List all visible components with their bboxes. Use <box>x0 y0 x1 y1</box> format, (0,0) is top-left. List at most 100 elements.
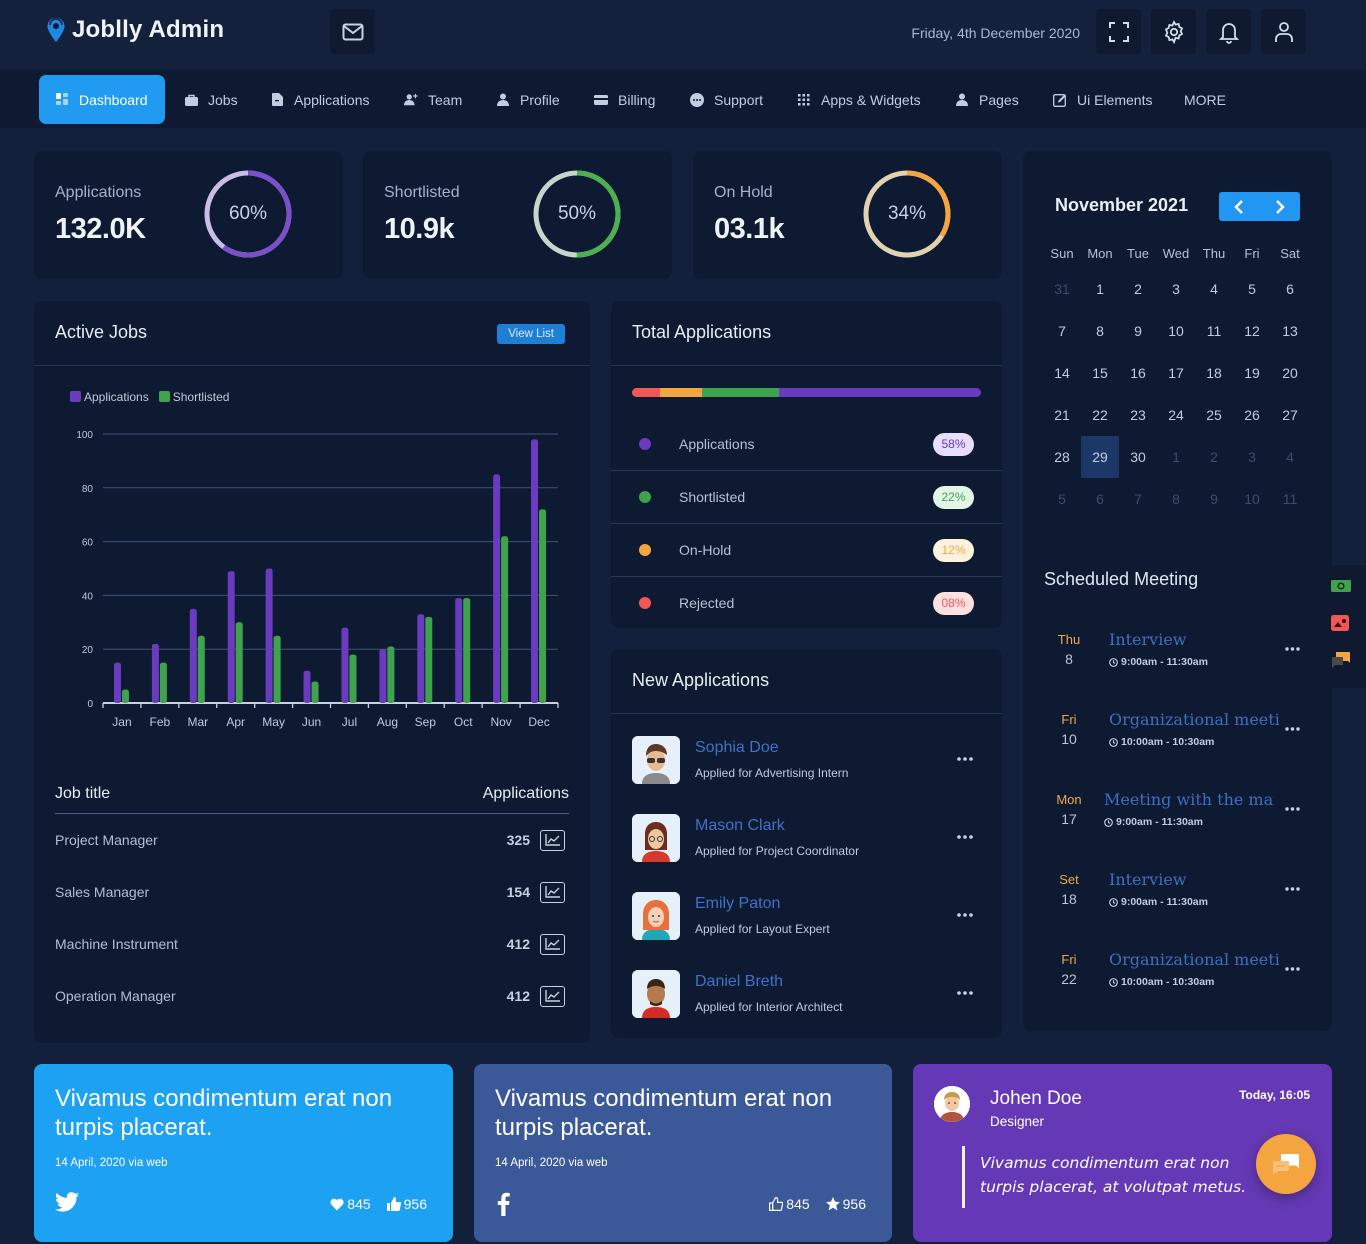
calendar-day[interactable]: 3 <box>1233 436 1271 478</box>
meeting-options-button[interactable] <box>1285 638 1300 655</box>
calendar-day[interactable]: 5 <box>1043 478 1081 520</box>
bar-shortlisted-jan[interactable] <box>121 689 129 703</box>
calendar-day[interactable]: 9 <box>1119 310 1157 352</box>
bar-shortlisted-sep[interactable] <box>425 616 433 703</box>
nav-jobs[interactable]: Jobs <box>170 75 252 124</box>
bar-shortlisted-apr[interactable] <box>235 622 243 703</box>
meeting-options-button[interactable] <box>1285 958 1300 975</box>
calendar-day[interactable]: 26 <box>1233 394 1271 436</box>
bar-applications-jun[interactable] <box>303 670 311 703</box>
more-options-button[interactable] <box>957 750 973 761</box>
meeting-title-link[interactable]: Interview <box>1109 630 1279 649</box>
calendar-day[interactable]: 1 <box>1157 436 1195 478</box>
next-month-button[interactable] <box>1260 192 1301 221</box>
calendar-day[interactable]: 24 <box>1157 394 1195 436</box>
bar-applications-oct[interactable] <box>455 598 463 703</box>
logo[interactable]: Joblly Admin <box>46 16 224 44</box>
more-options-button[interactable] <box>957 828 973 839</box>
nav-more[interactable]: MORE <box>1170 75 1240 124</box>
trend-chart-button[interactable] <box>540 829 565 851</box>
view-list-button[interactable]: View List <box>497 324 565 344</box>
nav-apps-widgets[interactable]: Apps & Widgets <box>783 75 935 124</box>
camera-tool-button[interactable] <box>1331 579 1351 595</box>
fullscreen-button[interactable] <box>1096 9 1141 54</box>
user-profile-button[interactable] <box>1261 9 1306 54</box>
settings-button[interactable] <box>1151 9 1196 54</box>
trend-chart-button[interactable] <box>540 881 565 903</box>
calendar-day[interactable]: 30 <box>1119 436 1157 478</box>
bar-shortlisted-mar[interactable] <box>197 635 205 703</box>
calendar-day[interactable]: 3 <box>1157 268 1195 310</box>
applicant-name-link[interactable]: Daniel Breth <box>695 973 783 991</box>
mail-button[interactable] <box>330 9 375 54</box>
calendar-day-selected[interactable]: 29 <box>1081 436 1119 478</box>
calendar-day[interactable]: 11 <box>1271 478 1309 520</box>
calendar-day[interactable]: 10 <box>1233 478 1271 520</box>
star-stat[interactable]: 956 <box>825 1196 866 1212</box>
calendar-day[interactable]: 13 <box>1271 310 1309 352</box>
nav-billing[interactable]: Billing <box>580 75 669 124</box>
calendar-day[interactable]: 25 <box>1195 394 1233 436</box>
bar-applications-may[interactable] <box>265 568 273 704</box>
calendar-day[interactable]: 22 <box>1081 394 1119 436</box>
calendar-day[interactable]: 1 <box>1081 268 1119 310</box>
nav-applications[interactable]: Applications <box>256 75 384 124</box>
bar-shortlisted-jun[interactable] <box>311 681 319 703</box>
calendar-day[interactable]: 20 <box>1271 352 1309 394</box>
calendar-day[interactable]: 5 <box>1233 268 1271 310</box>
meeting-title-link[interactable]: Organizational meeting <box>1109 950 1279 969</box>
bar-applications-nov[interactable] <box>493 474 501 703</box>
bar-applications-aug[interactable] <box>379 649 387 703</box>
calendar-day[interactable]: 18 <box>1195 352 1233 394</box>
applicant-name-link[interactable]: Emily Paton <box>695 895 780 913</box>
calendar-day[interactable]: 12 <box>1233 310 1271 352</box>
calendar-day[interactable]: 17 <box>1157 352 1195 394</box>
nav-support[interactable]: Support <box>676 75 777 124</box>
bar-shortlisted-oct[interactable] <box>463 598 471 703</box>
calendar-day[interactable]: 10 <box>1157 310 1195 352</box>
calendar-day[interactable]: 4 <box>1195 268 1233 310</box>
nav-ui-elements[interactable]: Ui Elements <box>1039 75 1166 124</box>
bar-applications-jan[interactable] <box>113 662 121 703</box>
calendar-day[interactable]: 11 <box>1195 310 1233 352</box>
nav-pages[interactable]: Pages <box>941 75 1033 124</box>
meeting-title-link[interactable]: Interview <box>1109 870 1279 889</box>
calendar-day[interactable]: 21 <box>1043 394 1081 436</box>
bar-applications-sep[interactable] <box>417 614 425 703</box>
likes-stat[interactable]: 845 <box>330 1196 371 1212</box>
more-options-button[interactable] <box>957 984 973 995</box>
calendar-day[interactable]: 4 <box>1271 436 1309 478</box>
chat-tool-button[interactable] <box>1331 651 1351 668</box>
calendar-day[interactable]: 7 <box>1043 310 1081 352</box>
applicant-name-link[interactable]: Sophia Doe <box>695 739 779 757</box>
bar-applications-mar[interactable] <box>189 608 197 703</box>
calendar-day[interactable]: 7 <box>1119 478 1157 520</box>
calendar-day[interactable]: 2 <box>1119 268 1157 310</box>
calendar-day[interactable]: 6 <box>1271 268 1309 310</box>
meeting-title-link[interactable]: Meeting with the manager <box>1104 790 1274 809</box>
bar-shortlisted-jul[interactable] <box>349 654 357 703</box>
calendar-day[interactable]: 16 <box>1119 352 1157 394</box>
calendar-day[interactable]: 9 <box>1195 478 1233 520</box>
calendar-day[interactable]: 28 <box>1043 436 1081 478</box>
nav-dashboard[interactable]: Dashboard <box>39 75 165 124</box>
calendar-day[interactable]: 27 <box>1271 394 1309 436</box>
more-options-button[interactable] <box>957 906 973 917</box>
chat-button[interactable] <box>1256 1134 1316 1194</box>
legend-item-shortlisted[interactable]: Shortlisted <box>158 390 229 404</box>
calendar-day[interactable]: 8 <box>1157 478 1195 520</box>
image-tool-button[interactable] <box>1331 615 1351 631</box>
calendar-day[interactable]: 15 <box>1081 352 1119 394</box>
bar-applications-dec[interactable] <box>531 439 539 703</box>
meeting-options-button[interactable] <box>1285 878 1300 895</box>
bar-shortlisted-may[interactable] <box>273 635 281 703</box>
calendar-day[interactable]: 6 <box>1081 478 1119 520</box>
meeting-title-link[interactable]: Organizational meeting <box>1109 710 1279 729</box>
bar-applications-apr[interactable] <box>227 571 235 703</box>
bar-applications-jul[interactable] <box>341 627 349 703</box>
bar-shortlisted-dec[interactable] <box>539 509 547 703</box>
trend-chart-button[interactable] <box>540 933 565 955</box>
calendar-day[interactable]: 31 <box>1043 268 1081 310</box>
nav-profile[interactable]: Profile <box>482 75 574 124</box>
calendar-day[interactable]: 2 <box>1195 436 1233 478</box>
